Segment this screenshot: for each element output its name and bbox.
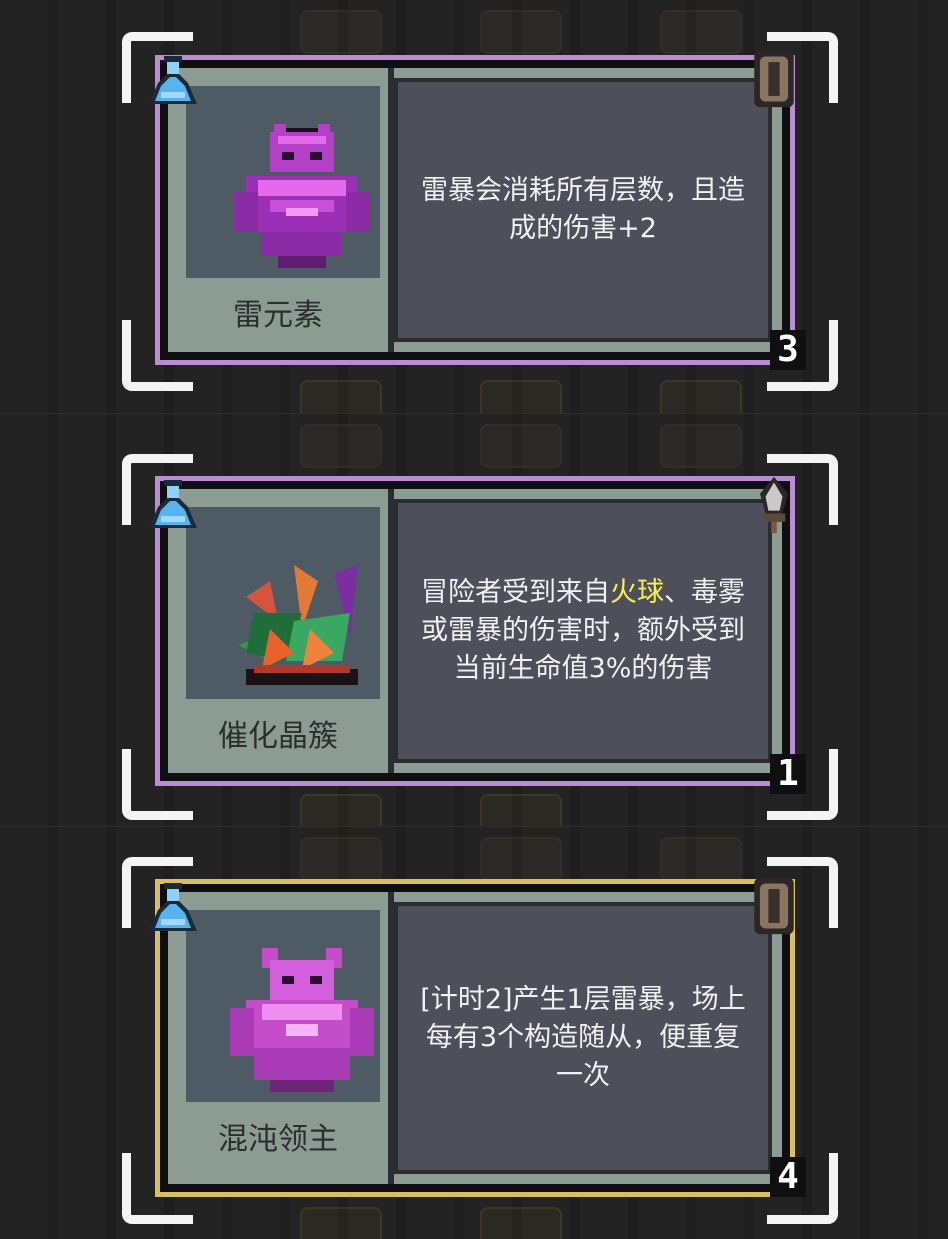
- background-item: [660, 837, 742, 881]
- description-line: 雷暴会消耗所有层数，且造: [421, 175, 745, 206]
- background-item: [480, 837, 562, 881]
- background-item: [300, 424, 382, 468]
- minion-card[interactable]: 雷元素 雷暴会消耗所有层数，且造 成的伤害+2: [155, 55, 795, 365]
- card-name: 催化晶簇: [218, 719, 338, 754]
- background-item: [300, 837, 382, 881]
- description-text: 、毒雾: [664, 577, 745, 608]
- card-count: 4: [770, 1157, 806, 1197]
- card-description: [计时2]产生1层雷暴，场上 每有3个构造随从，便重复 一次: [398, 981, 768, 1095]
- card-description: 冒险者受到来自火球、毒雾 或雷暴的伤害时，额外受到 当前生命值3%的伤害: [398, 574, 768, 688]
- card-name: 混沌领主: [218, 1122, 338, 1157]
- shield-icon: [754, 877, 794, 935]
- portrait: [186, 86, 380, 278]
- description-box: [计时2]产生1层雷暴，场上 每有3个构造随从，便重复 一次: [394, 902, 772, 1174]
- card-name: 雷元素: [233, 298, 323, 333]
- minion-card[interactable]: 混沌领主 [计时2]产生1层雷暴，场上 每有3个构造随从，便重复 一次: [155, 879, 795, 1197]
- description-text: 冒险者受到来自: [421, 577, 610, 608]
- background-item: [660, 424, 742, 468]
- background-item: [660, 380, 742, 413]
- description-box: 冒险者受到来自火球、毒雾 或雷暴的伤害时，额外受到 当前生命值3%的伤害: [394, 499, 772, 763]
- background-item: [300, 794, 382, 827]
- card-count: 1: [770, 754, 806, 794]
- minion-card[interactable]: 催化晶簇 冒险者受到来自火球、毒雾 或雷暴的伤害时，额外受到 当前生命值3%的伤…: [155, 476, 795, 786]
- card-description: 雷暴会消耗所有层数，且造 成的伤害+2: [398, 172, 768, 248]
- description-line: 当前生命值3%的伤害: [453, 653, 713, 684]
- background-item: [480, 424, 562, 468]
- description-line: 一次: [556, 1060, 610, 1091]
- card-panel-2: 催化晶簇 冒险者受到来自火球、毒雾 或雷暴的伤害时，额外受到 当前生命值3%的伤…: [0, 413, 948, 827]
- background-item: [480, 794, 562, 827]
- description-line: [计时2]产生1层雷暴，场上: [420, 984, 746, 1015]
- background-item: [660, 10, 742, 54]
- background-item: [300, 380, 382, 413]
- thunder-elemental-icon: [234, 124, 370, 268]
- shield-icon: [754, 50, 794, 108]
- description-line: 成的伤害+2: [509, 213, 657, 244]
- card-panel-3: 混沌领主 [计时2]产生1层雷暴，场上 每有3个构造随从，便重复 一次 4: [0, 826, 948, 1239]
- background-item: [300, 1207, 382, 1239]
- background-item: [480, 380, 562, 413]
- flask-icon: [149, 56, 197, 104]
- description-line: 或雷暴的伤害时，额外受到: [421, 615, 745, 646]
- flask-icon: [149, 883, 197, 931]
- description-box: 雷暴会消耗所有层数，且造 成的伤害+2: [394, 78, 772, 342]
- chaos-lord-icon: [230, 948, 374, 1092]
- background-item: [480, 1207, 562, 1239]
- card-count: 3: [770, 330, 806, 370]
- crystal-cluster-icon: [238, 565, 358, 685]
- keyword-highlight[interactable]: 火球: [610, 577, 664, 608]
- background-item: [480, 10, 562, 54]
- portrait: [186, 507, 380, 699]
- background-item: [300, 10, 382, 54]
- card-panel-1: 雷元素 雷暴会消耗所有层数，且造 成的伤害+2 3: [0, 0, 948, 413]
- portrait: [186, 910, 380, 1102]
- sword-icon: [759, 476, 789, 534]
- flask-icon: [149, 480, 197, 528]
- description-line: 每有3个构造随从，便重复: [425, 1022, 741, 1053]
